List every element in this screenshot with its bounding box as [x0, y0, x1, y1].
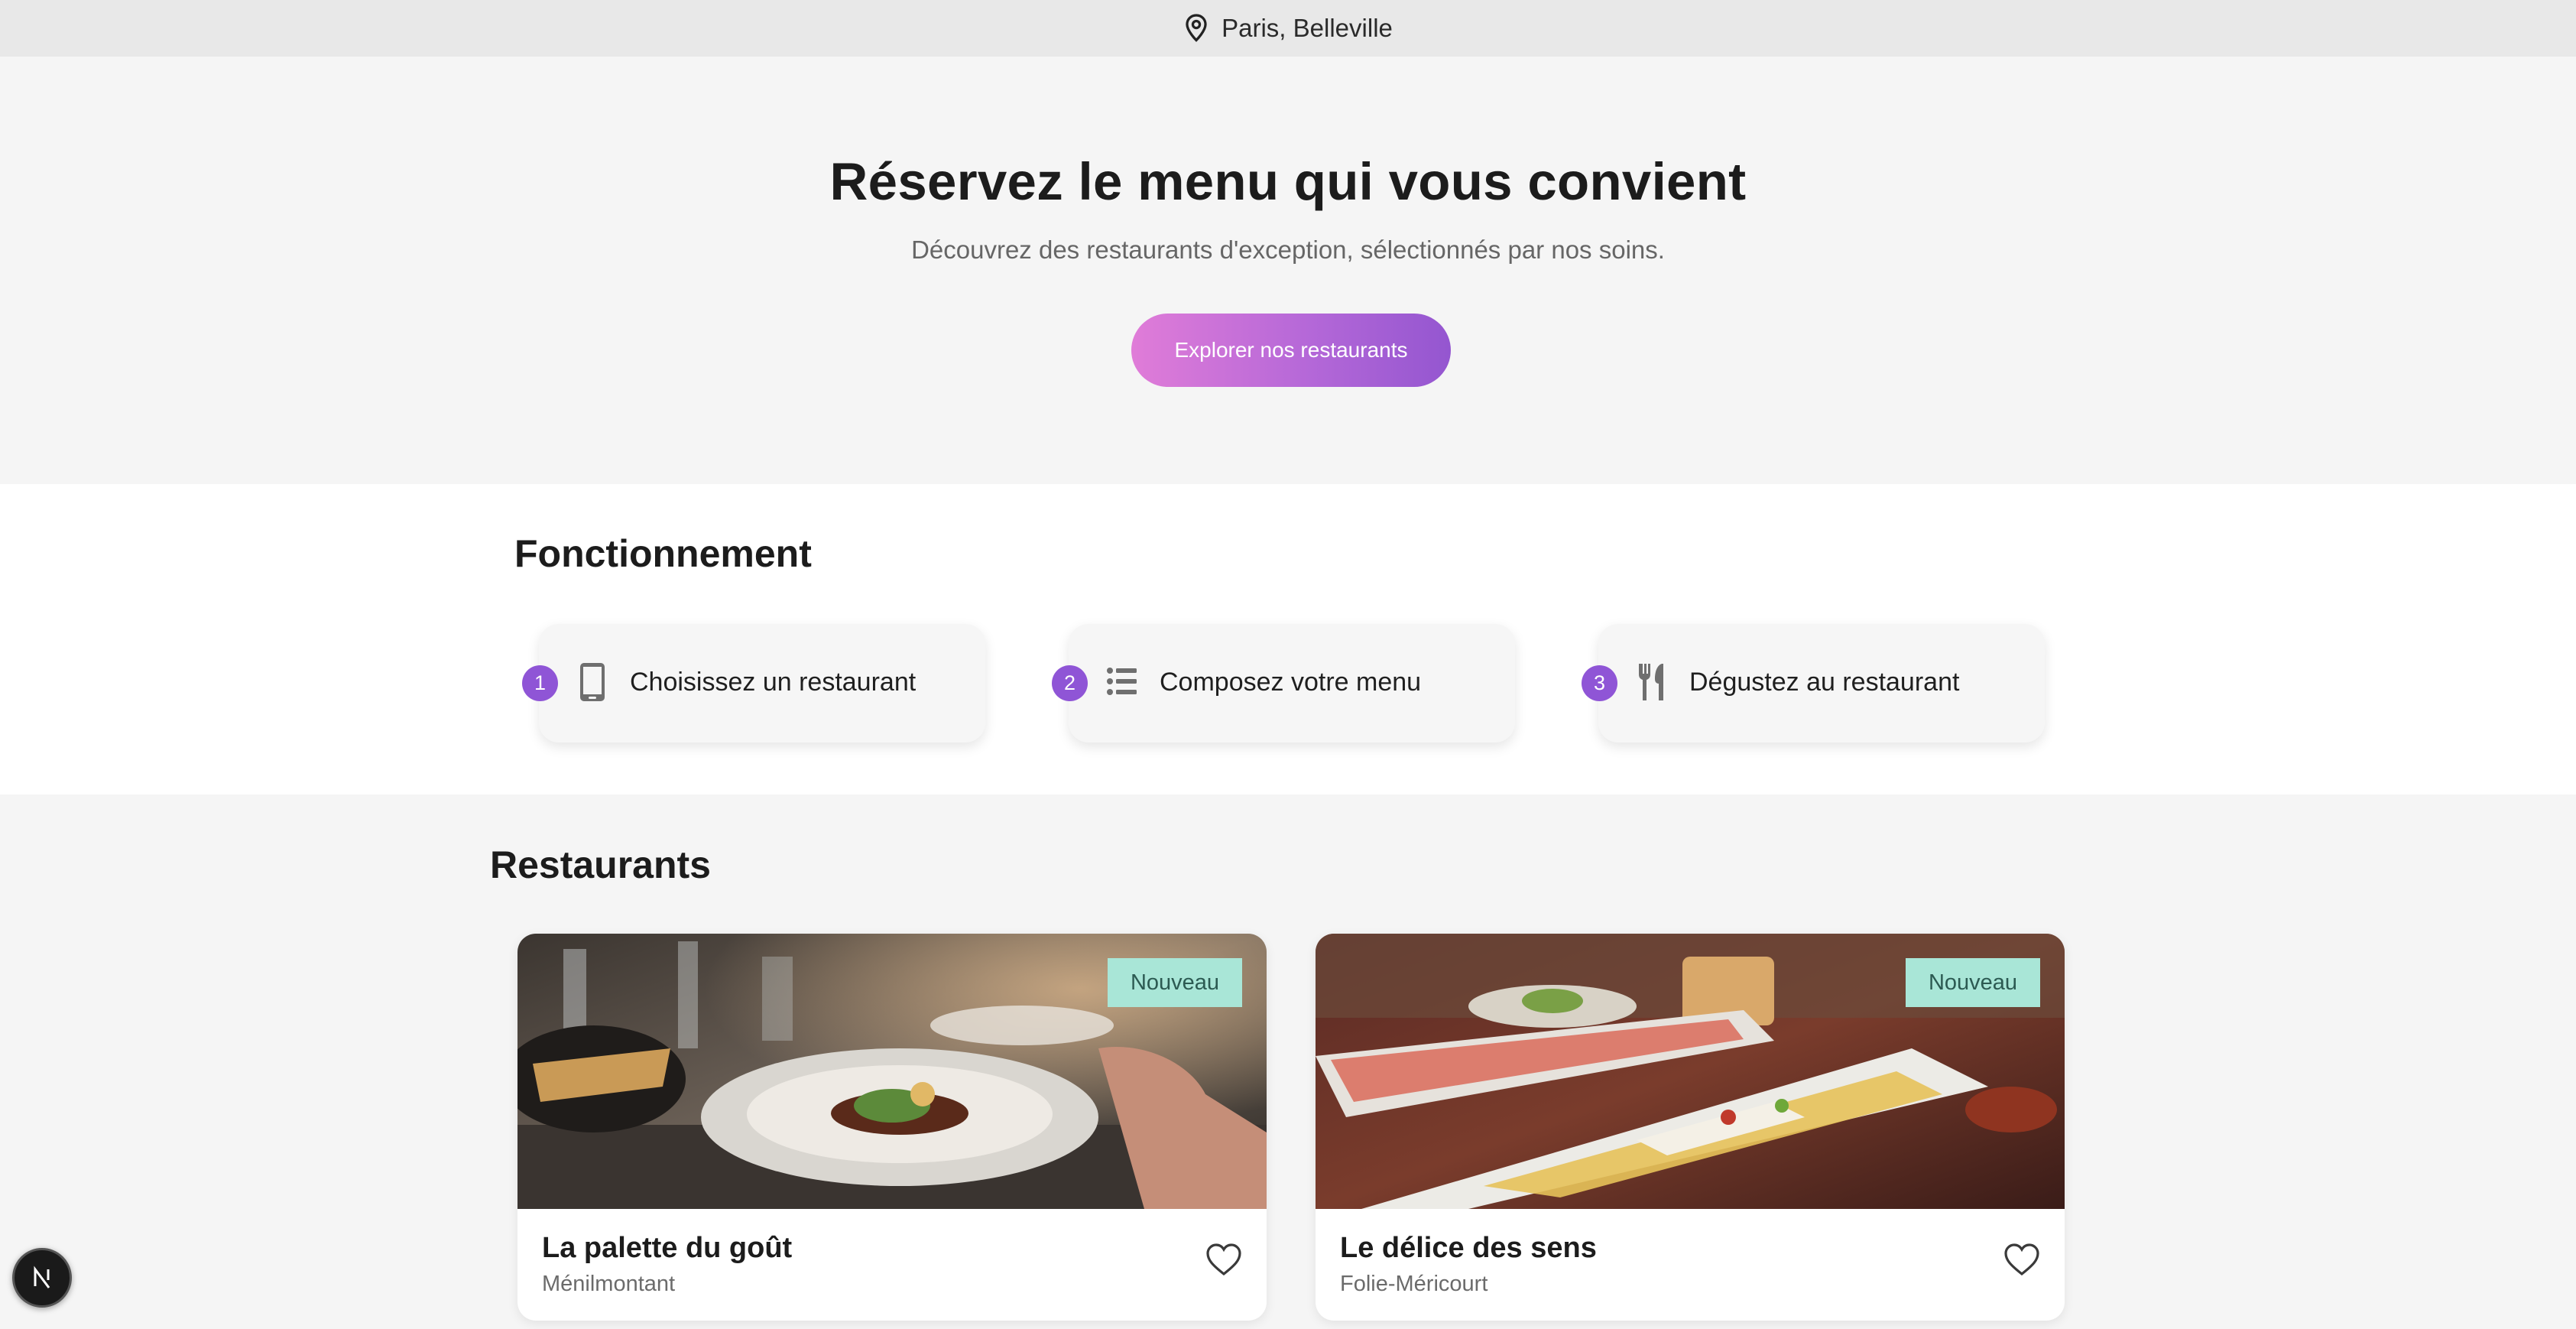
nextjs-badge[interactable]	[12, 1248, 72, 1308]
how-it-works-title: Fonctionnement	[514, 532, 812, 575]
fork-knife-icon	[1639, 664, 1663, 700]
step-card-2: 2 Composez votre menu	[1052, 624, 1515, 742]
hero-title: Réservez le menu qui vous convient	[829, 152, 1747, 211]
restaurant-name[interactable]: Le délice des sens	[1340, 1232, 1597, 1265]
step-label: Composez votre menu	[1160, 668, 1422, 697]
restaurants-title: Restaurants	[490, 843, 711, 886]
step-label: Choisissez un restaurant	[630, 668, 917, 697]
step-number-badge: 3	[1582, 665, 1617, 701]
step-card-1: 1 Choisissez un restaurant	[522, 624, 985, 742]
new-badge: Nouveau	[1108, 958, 1242, 1007]
smartphone-icon	[580, 663, 605, 701]
restaurant-card[interactable]: Nouveau La palette du goût Ménilmontant	[517, 934, 1267, 1321]
restaurant-card[interactable]: Nouveau Le délice des sens Folie-Méricou…	[1316, 934, 2065, 1321]
n-logo-icon	[34, 1266, 50, 1288]
location-text: Paris, Belleville	[1221, 14, 1393, 42]
step-card-3: 3 Dégustez au restaurant	[1582, 624, 2045, 742]
new-badge: Nouveau	[1906, 958, 2040, 1007]
restaurant-area: Folie-Méricourt	[1340, 1272, 1488, 1296]
heart-icon[interactable]	[2003, 1243, 2040, 1276]
map-pin-icon	[1186, 14, 1207, 42]
hero-subtitle: Découvrez des restaurants d'exception, s…	[911, 236, 1665, 264]
how-it-works-section: Fonctionnement 1 Choisissez un restauran…	[0, 484, 2576, 794]
explore-restaurants-button[interactable]: Explorer nos restaurants	[1131, 314, 1451, 387]
hero-section: Réservez le menu qui vous convient Décou…	[0, 57, 2576, 484]
restaurant-name[interactable]: La palette du goût	[542, 1232, 792, 1265]
restaurants-section: Restaurants Nouveau La palette du goût M…	[0, 794, 2576, 1329]
restaurant-area: Ménilmontant	[542, 1272, 676, 1296]
step-label: Dégustez au restaurant	[1689, 668, 1960, 697]
step-number-badge: 2	[1052, 665, 1088, 701]
heart-icon[interactable]	[1205, 1243, 1242, 1276]
step-number-badge: 1	[522, 665, 558, 701]
location-bar: Paris, Belleville	[0, 0, 2576, 57]
location-selector[interactable]: Paris, Belleville	[1183, 13, 1393, 44]
list-icon	[1107, 668, 1137, 695]
